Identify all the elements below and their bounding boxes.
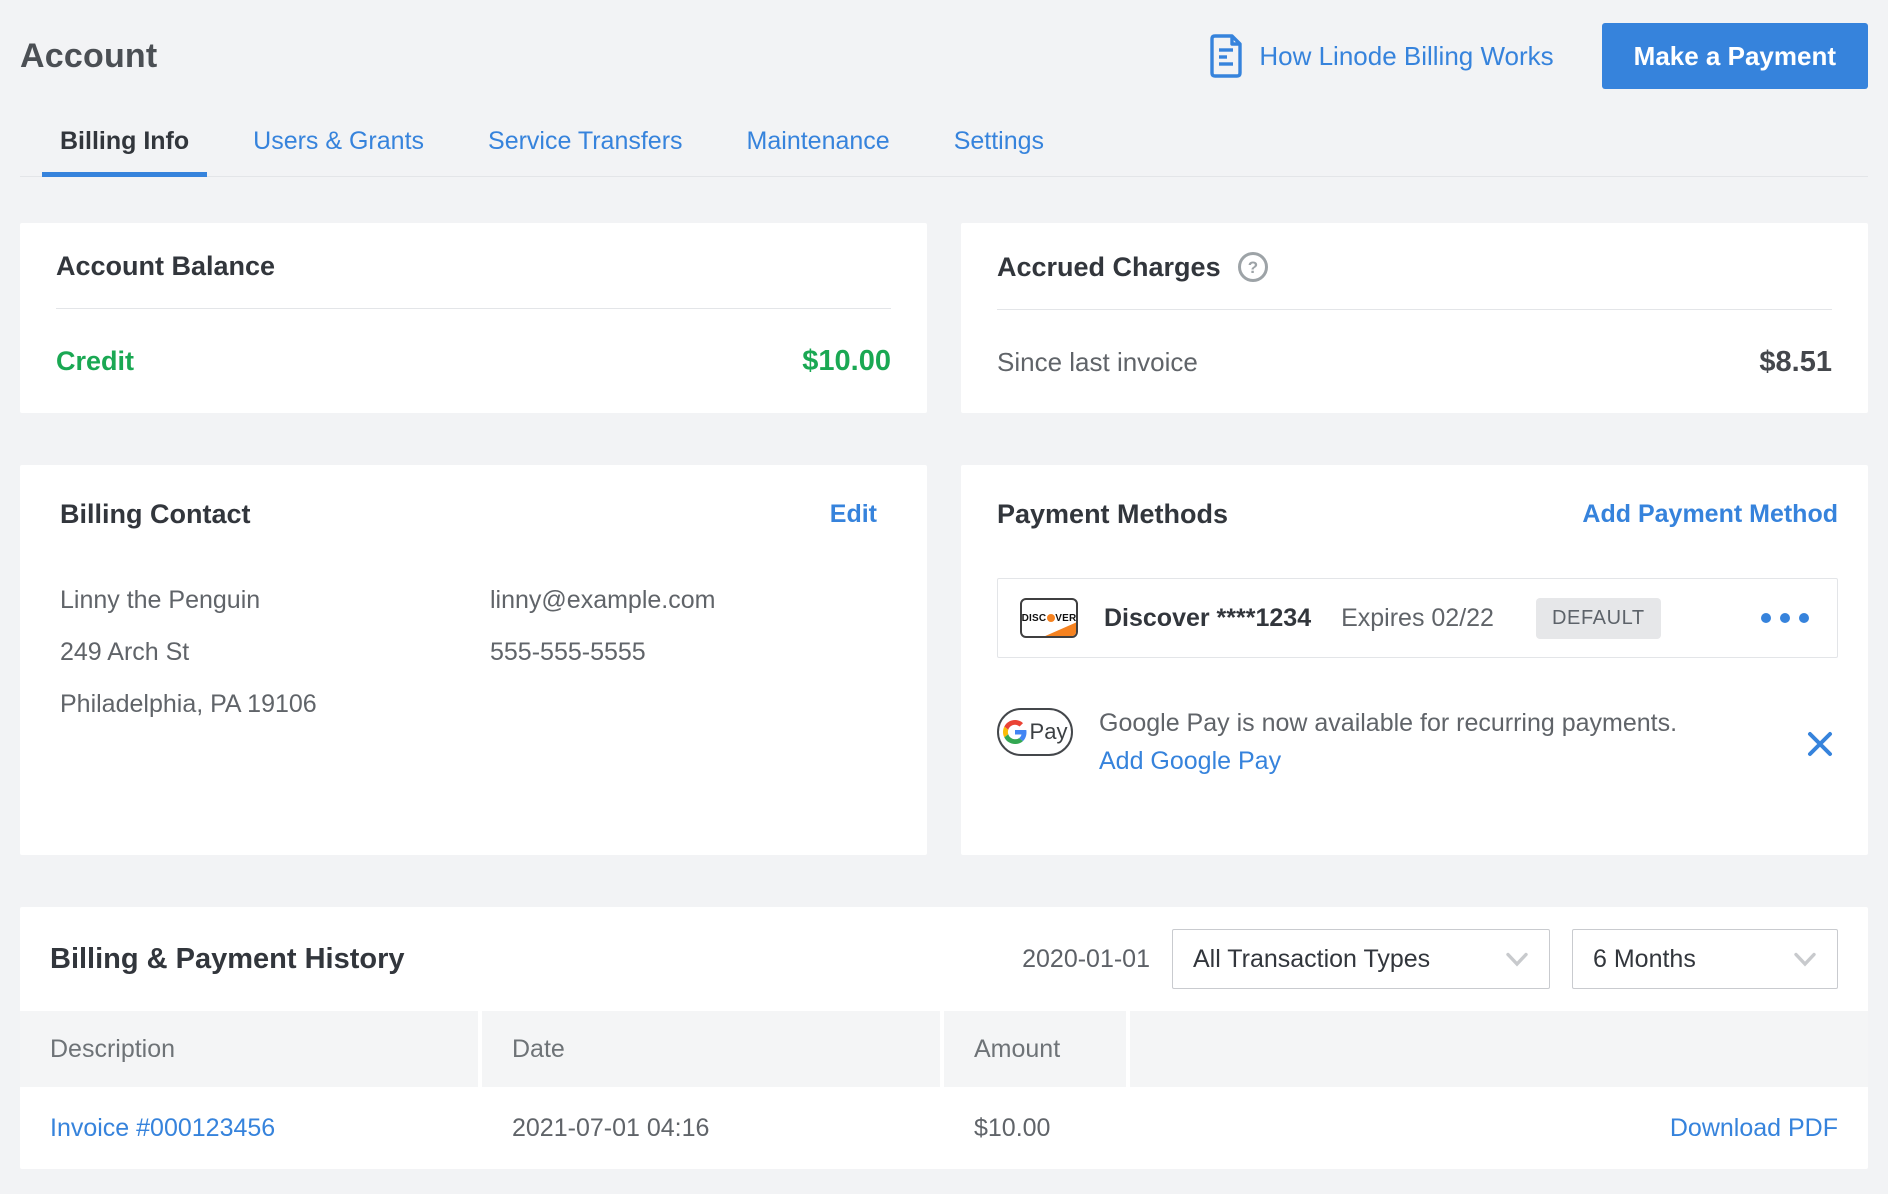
make-payment-button[interactable]: Make a Payment bbox=[1602, 23, 1868, 89]
tab-service-transfers[interactable]: Service Transfers bbox=[470, 124, 701, 176]
contact-street: 249 Arch St bbox=[60, 638, 490, 667]
transaction-type-value: All Transaction Types bbox=[1193, 945, 1430, 974]
help-icon[interactable]: ? bbox=[1237, 251, 1269, 283]
detail-cards-row: Billing Contact Edit Linny the Penguin 2… bbox=[20, 465, 1868, 855]
accrued-charges-title: Accrued Charges bbox=[997, 252, 1221, 283]
column-description: Description bbox=[20, 1011, 478, 1087]
contact-email: linny@example.com bbox=[490, 586, 715, 615]
google-pay-message: Google Pay is now available for recurrin… bbox=[1099, 708, 1677, 738]
account-balance-card: Account Balance Credit $10.00 bbox=[20, 223, 927, 413]
svg-text:?: ? bbox=[1247, 258, 1257, 277]
payment-method-row: DISCVER Discover ****1234 Expires 02/22 … bbox=[997, 578, 1838, 658]
divider bbox=[997, 309, 1832, 310]
chevron-down-icon bbox=[1793, 952, 1817, 967]
contact-name: Linny the Penguin bbox=[60, 586, 490, 615]
gpay-logo-label: Pay bbox=[1030, 719, 1068, 745]
page-title: Account bbox=[20, 37, 157, 76]
summary-cards-row: Account Balance Credit $10.00 Accrued Ch… bbox=[20, 223, 1868, 413]
page-header: Account How Linode Billing Works Make a … bbox=[20, 0, 1868, 94]
download-pdf-link[interactable]: Download PDF bbox=[1670, 1114, 1838, 1142]
payment-methods-title: Payment Methods bbox=[997, 499, 1228, 530]
column-amount: Amount bbox=[944, 1011, 1126, 1087]
google-g-icon bbox=[1003, 720, 1027, 744]
payment-method-expiry: Expires 02/22 bbox=[1341, 604, 1494, 633]
close-icon[interactable] bbox=[1802, 726, 1838, 767]
payment-method-actions-menu[interactable] bbox=[1759, 605, 1811, 631]
date-range-select[interactable]: 6 Months bbox=[1572, 929, 1838, 989]
header-actions: How Linode Billing Works Make a Payment bbox=[1208, 23, 1868, 89]
transaction-type-select[interactable]: All Transaction Types bbox=[1172, 929, 1550, 989]
default-badge: DEFAULT bbox=[1536, 598, 1661, 639]
account-balance-title: Account Balance bbox=[56, 251, 891, 282]
date-range-value: 6 Months bbox=[1593, 945, 1696, 974]
tab-maintenance[interactable]: Maintenance bbox=[729, 124, 908, 176]
google-pay-icon: Pay bbox=[997, 708, 1073, 756]
edit-billing-contact-link[interactable]: Edit bbox=[830, 500, 877, 529]
payment-method-label: Discover ****1234 bbox=[1104, 604, 1311, 633]
tab-settings[interactable]: Settings bbox=[936, 124, 1062, 176]
history-date-filter: 2020-01-01 bbox=[1022, 945, 1150, 974]
discover-logo-text-right: VER bbox=[1055, 613, 1076, 624]
google-pay-banner: Pay Google Pay is now available for recu… bbox=[997, 708, 1838, 776]
billing-contact-card: Billing Contact Edit Linny the Penguin 2… bbox=[20, 465, 927, 855]
accrued-period-label: Since last invoice bbox=[997, 347, 1198, 378]
accrued-amount: $8.51 bbox=[1759, 346, 1832, 379]
discover-logo-dot bbox=[1047, 614, 1055, 622]
table-row: Invoice #000123456 2021-07-01 04:16 $10.… bbox=[20, 1087, 1868, 1169]
add-google-pay-link[interactable]: Add Google Pay bbox=[1099, 747, 1281, 776]
how-billing-works-label: How Linode Billing Works bbox=[1259, 41, 1553, 72]
discover-logo-swoosh bbox=[1043, 622, 1077, 637]
tab-users-grants[interactable]: Users & Grants bbox=[235, 124, 442, 176]
billing-history-section: Billing & Payment History 2020-01-01 All… bbox=[20, 907, 1868, 1169]
divider bbox=[56, 308, 891, 309]
history-table-header: Description Date Amount bbox=[20, 1011, 1868, 1087]
how-billing-works-link[interactable]: How Linode Billing Works bbox=[1208, 34, 1553, 78]
payment-methods-card: Payment Methods Add Payment Method DISC V… bbox=[961, 465, 1868, 855]
contact-city-state-zip: Philadelphia, PA 19106 bbox=[60, 690, 490, 719]
balance-amount: $10.00 bbox=[802, 345, 891, 378]
discover-card-icon: DISC VER bbox=[1020, 598, 1078, 638]
tab-billing-info[interactable]: Billing Info bbox=[42, 124, 207, 176]
invoice-amount: $10.00 bbox=[944, 1114, 1126, 1143]
billing-history-title: Billing & Payment History bbox=[50, 943, 405, 976]
account-page: Account How Linode Billing Works Make a … bbox=[0, 0, 1888, 1169]
account-tabs: Billing Info Users & Grants Service Tran… bbox=[20, 124, 1868, 177]
accrued-charges-card: Accrued Charges ? Since last invoice $8.… bbox=[961, 223, 1868, 413]
column-date: Date bbox=[482, 1011, 940, 1087]
invoice-link[interactable]: Invoice #000123456 bbox=[50, 1114, 275, 1142]
invoice-date: 2021-07-01 04:16 bbox=[482, 1114, 940, 1143]
contact-phone: 555-555-5555 bbox=[490, 638, 715, 667]
add-payment-method-link[interactable]: Add Payment Method bbox=[1582, 500, 1838, 529]
column-actions bbox=[1130, 1011, 1868, 1087]
billing-docs-icon bbox=[1208, 34, 1244, 78]
discover-logo-text-left: DISC bbox=[1022, 613, 1047, 624]
chevron-down-icon bbox=[1505, 952, 1529, 967]
billing-contact-title: Billing Contact bbox=[60, 499, 251, 530]
balance-status-label: Credit bbox=[56, 346, 134, 377]
